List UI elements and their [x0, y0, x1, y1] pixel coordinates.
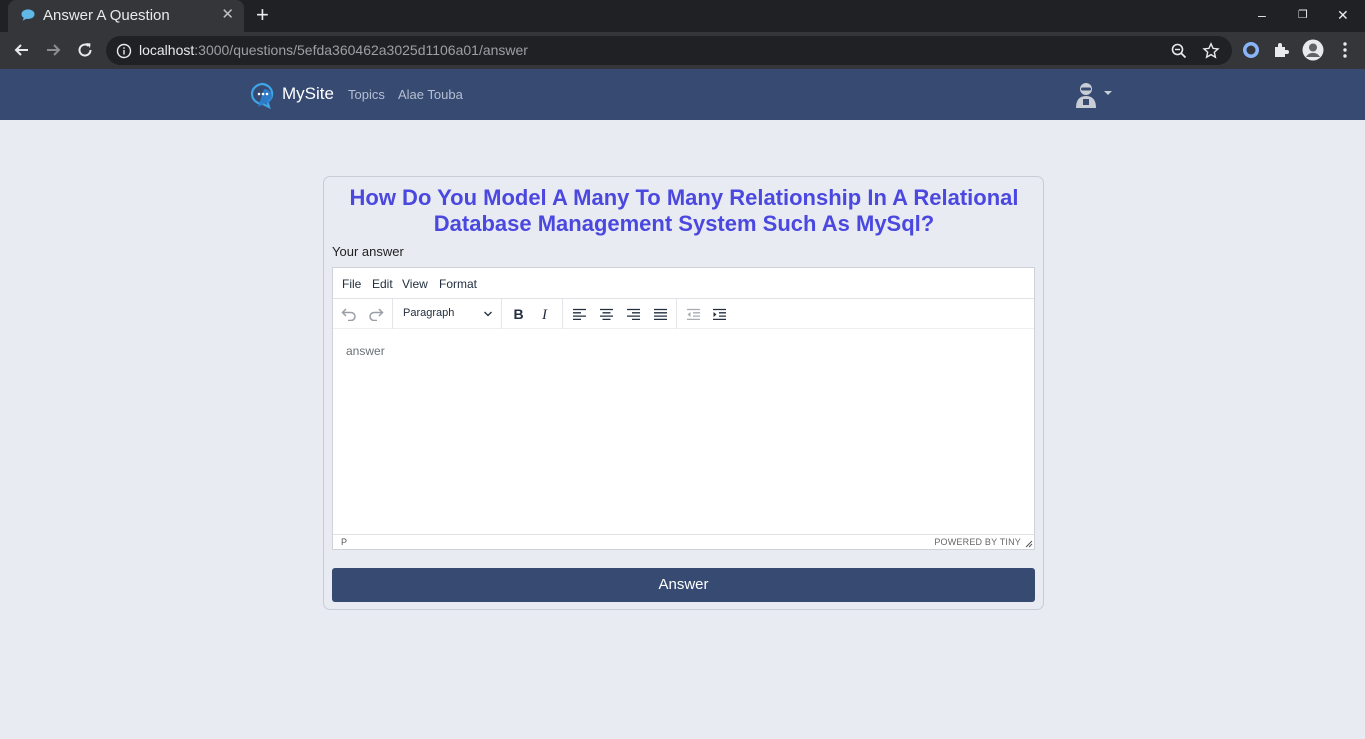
redo-icon	[369, 308, 384, 321]
editor-toolbar: Paragraph B I	[333, 299, 1034, 329]
italic-button[interactable]: I	[534, 304, 556, 324]
tab-title: Answer A Question	[43, 7, 170, 24]
nav-link-user[interactable]: Alae Touba	[398, 87, 463, 102]
powered-by-link[interactable]: POWERED BY TINY	[934, 537, 1021, 547]
url-path: :3000/questions/5efda360462a3025d1106a01…	[194, 42, 528, 58]
redo-button[interactable]	[365, 304, 387, 324]
browser-toolbar: localhost:3000/questions/5efda360462a302…	[0, 32, 1365, 69]
align-left-icon	[572, 308, 586, 320]
align-justify-icon	[653, 308, 667, 320]
editor-content-area[interactable]: answer	[333, 329, 1034, 534]
caret-down-icon	[1104, 91, 1112, 95]
bookmark-star-icon[interactable]	[1202, 42, 1220, 60]
nav-link-topics[interactable]: Topics	[348, 87, 385, 102]
bold-icon: B	[514, 307, 524, 321]
browser-tab[interactable]: Answer A Question ✕	[8, 0, 244, 32]
answer-card: How Do You Model A Many To Many Relation…	[323, 176, 1044, 610]
toolbar-separator	[676, 299, 677, 329]
new-tab-button[interactable]: +	[256, 3, 269, 27]
svg-text:B: B	[514, 307, 524, 321]
editor-statusbar: P POWERED BY TINY	[333, 534, 1034, 549]
menu-file[interactable]: File	[342, 277, 361, 291]
chevron-down-icon	[484, 311, 492, 317]
menu-view[interactable]: View	[402, 277, 428, 291]
user-avatar-icon	[1076, 83, 1096, 108]
align-center-icon	[599, 308, 613, 320]
align-left-button[interactable]	[568, 304, 590, 324]
extension-circle-icon[interactable]	[1241, 40, 1261, 60]
editor-menubar: File Edit View Format	[333, 268, 1034, 299]
address-bar[interactable]: localhost:3000/questions/5efda360462a302…	[106, 36, 1232, 65]
user-menu-toggle[interactable]	[1074, 81, 1114, 109]
menu-edit[interactable]: Edit	[372, 277, 393, 291]
browser-menu-icon[interactable]	[1335, 40, 1355, 60]
svg-text:I: I	[541, 307, 548, 321]
brand-name[interactable]: MySite	[282, 84, 334, 104]
brand-logo-icon[interactable]	[249, 81, 279, 109]
answer-label: Your answer	[332, 244, 404, 259]
question-title: How Do You Model A Many To Many Relation…	[349, 185, 1019, 236]
align-right-icon	[626, 308, 640, 320]
resize-handle-icon[interactable]	[1025, 540, 1033, 548]
undo-button[interactable]	[338, 304, 360, 324]
url-text: localhost:3000/questions/5efda360462a302…	[139, 42, 528, 58]
indent-button[interactable]	[708, 304, 730, 324]
block-format-select[interactable]: Paragraph	[395, 303, 499, 325]
back-icon[interactable]	[12, 40, 32, 60]
indent-icon	[712, 308, 726, 320]
outdent-button[interactable]	[682, 304, 704, 324]
align-justify-button[interactable]	[649, 304, 671, 324]
profile-avatar-icon[interactable]	[1302, 39, 1324, 61]
align-right-button[interactable]	[622, 304, 644, 324]
align-center-button[interactable]	[595, 304, 617, 324]
info-icon[interactable]	[116, 43, 132, 59]
browser-tab-bar: Answer A Question ✕ + – ❐ ✕	[0, 0, 1365, 32]
toolbar-separator	[562, 299, 563, 329]
rich-text-editor: File Edit View Format Paragraph B I answ…	[332, 267, 1035, 550]
site-navbar: MySite Topics Alae Touba	[0, 69, 1365, 120]
extensions-puzzle-icon[interactable]	[1271, 40, 1291, 60]
minimize-button[interactable]: –	[1258, 6, 1266, 24]
undo-icon	[341, 308, 356, 321]
menu-format[interactable]: Format	[439, 277, 477, 291]
outdent-icon	[686, 308, 700, 320]
answer-submit-button[interactable]: Answer	[332, 568, 1035, 602]
editor-placeholder: answer	[346, 344, 385, 358]
zoom-icon[interactable]	[1170, 42, 1188, 60]
reload-icon[interactable]	[75, 40, 95, 60]
bold-button[interactable]: B	[507, 304, 529, 324]
tab-close-icon[interactable]: ✕	[221, 6, 234, 24]
url-host: localhost	[139, 42, 195, 58]
italic-icon: I	[541, 307, 548, 321]
toolbar-separator	[501, 299, 502, 329]
toolbar-separator	[392, 299, 393, 329]
block-format-value: Paragraph	[403, 307, 455, 319]
restore-button[interactable]: ❐	[1298, 6, 1308, 24]
chat-bubble-icon	[21, 9, 35, 21]
window-close-button[interactable]: ✕	[1337, 6, 1349, 24]
forward-icon[interactable]	[43, 40, 63, 60]
element-path[interactable]: P	[341, 537, 347, 547]
